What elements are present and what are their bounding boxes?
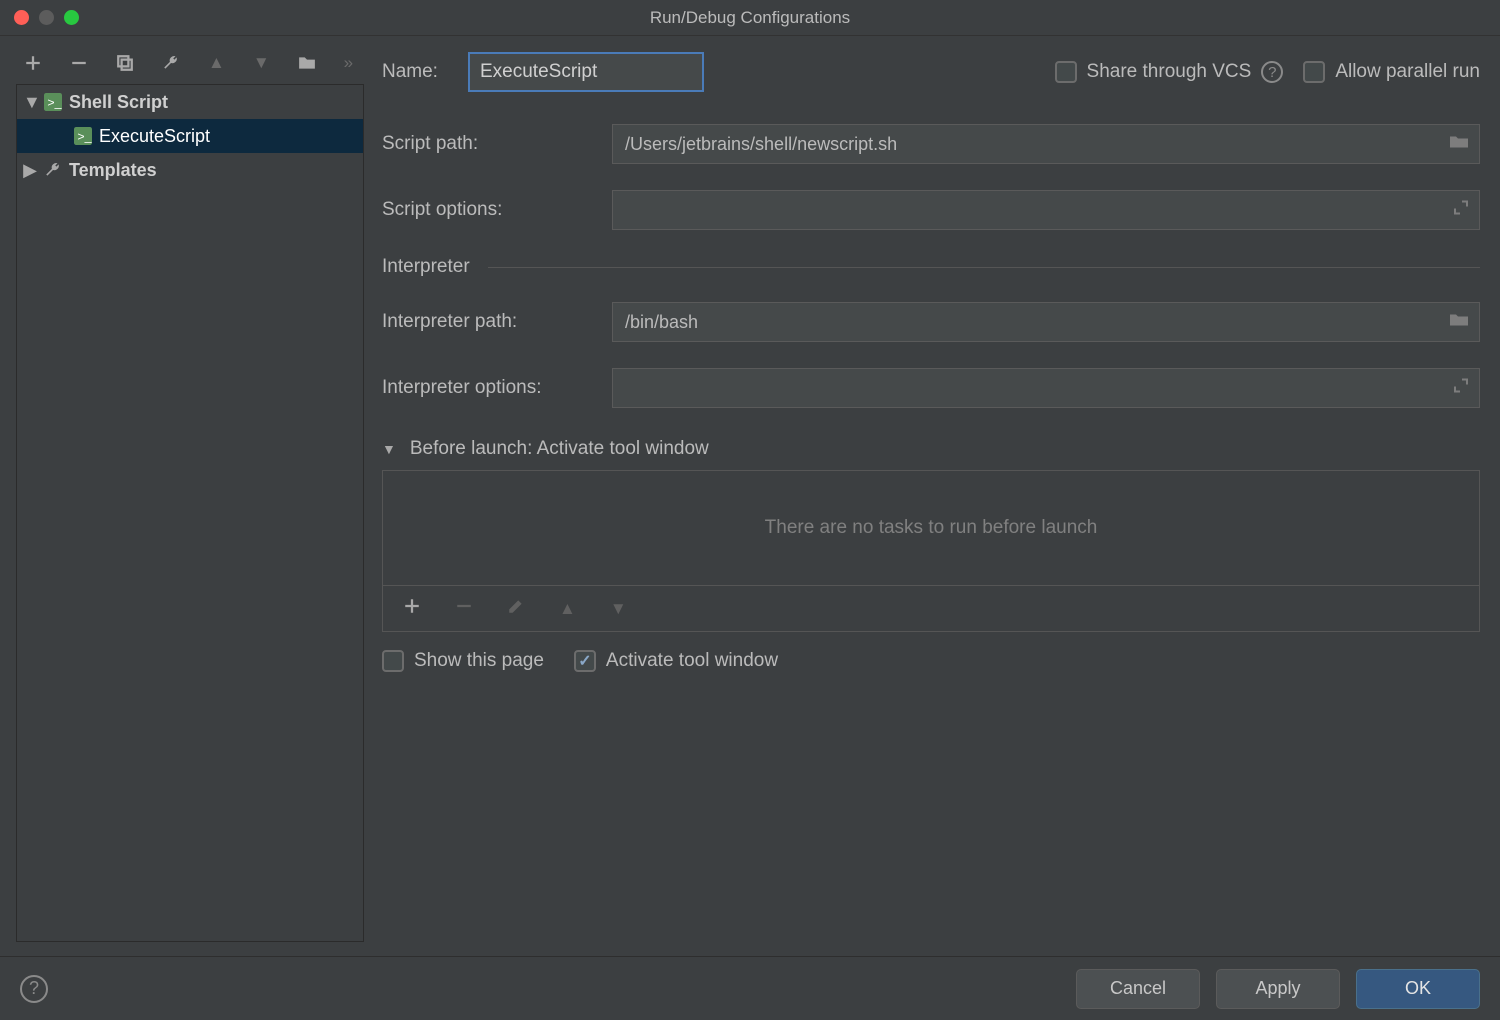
move-down-icon: ▼ bbox=[253, 53, 270, 73]
config-form: Name: Share through VCS ? Allow parallel… bbox=[382, 50, 1484, 942]
move-up-icon: ▲ bbox=[208, 53, 225, 73]
window-controls bbox=[0, 10, 79, 25]
interpreter-path-label: Interpreter path: bbox=[382, 311, 612, 333]
terminal-icon: >_ bbox=[73, 126, 93, 146]
activate-tool-window-checkbox[interactable] bbox=[574, 650, 596, 672]
before-launch-section: ▼ Before launch: Activate tool window Th… bbox=[382, 438, 1480, 672]
expand-icon[interactable] bbox=[1453, 378, 1469, 399]
browse-icon[interactable] bbox=[1449, 134, 1469, 155]
sidebar: ▲ ▼ » ▼ >_ Shell Script >_ ExecuteScript bbox=[16, 50, 364, 942]
move-up-icon: ▲ bbox=[559, 599, 576, 619]
interpreter-path-row: Interpreter path: /bin/bash bbox=[382, 302, 1480, 342]
script-path-label: Script path: bbox=[382, 133, 612, 155]
wrench-icon bbox=[43, 160, 63, 180]
show-this-page-checkbox[interactable] bbox=[382, 650, 404, 672]
content-area: ▲ ▼ » ▼ >_ Shell Script >_ ExecuteScript bbox=[0, 36, 1500, 956]
interpreter-options-field[interactable] bbox=[612, 368, 1480, 408]
interpreter-path-value: /bin/bash bbox=[625, 312, 698, 333]
close-window-icon[interactable] bbox=[14, 10, 29, 25]
script-options-field[interactable] bbox=[612, 190, 1480, 230]
config-tree[interactable]: ▼ >_ Shell Script >_ ExecuteScript ▶ Tem… bbox=[16, 84, 364, 942]
add-icon[interactable] bbox=[403, 597, 421, 620]
chevron-down-icon[interactable]: ▼ bbox=[382, 441, 396, 457]
svg-text:>_: >_ bbox=[47, 96, 62, 110]
script-path-field[interactable]: /Users/jetbrains/shell/newscript.sh bbox=[612, 124, 1480, 164]
apply-button[interactable]: Apply bbox=[1216, 969, 1340, 1009]
show-this-page-label: Show this page bbox=[414, 650, 544, 672]
interpreter-section-header: Interpreter bbox=[382, 256, 1480, 278]
share-vcs-checkbox[interactable] bbox=[1055, 61, 1077, 83]
script-path-row: Script path: /Users/jetbrains/shell/news… bbox=[382, 124, 1480, 164]
minimize-window-icon bbox=[39, 10, 54, 25]
edit-icon bbox=[507, 597, 525, 620]
maximize-window-icon[interactable] bbox=[64, 10, 79, 25]
share-vcs-group[interactable]: Share through VCS ? bbox=[1055, 61, 1284, 83]
cancel-button[interactable]: Cancel bbox=[1076, 969, 1200, 1009]
allow-parallel-checkbox[interactable] bbox=[1303, 61, 1325, 83]
name-input[interactable] bbox=[480, 61, 692, 83]
before-launch-title: Before launch: Activate tool window bbox=[410, 438, 709, 460]
before-launch-empty-text: There are no tasks to run before launch bbox=[765, 517, 1098, 539]
chevron-right-icon[interactable]: ▶ bbox=[23, 160, 37, 181]
tree-node-label: ExecuteScript bbox=[99, 126, 210, 147]
interpreter-options-row: Interpreter options: bbox=[382, 368, 1480, 408]
before-launch-header[interactable]: ▼ Before launch: Activate tool window bbox=[382, 438, 1480, 460]
help-button[interactable]: ? bbox=[20, 975, 48, 1003]
expand-icon[interactable] bbox=[1453, 200, 1469, 221]
share-vcs-label: Share through VCS bbox=[1087, 61, 1252, 83]
name-row: Name: Share through VCS ? Allow parallel… bbox=[382, 52, 1480, 92]
more-icon[interactable]: » bbox=[344, 53, 355, 73]
tree-node-templates[interactable]: ▶ Templates bbox=[17, 153, 363, 187]
name-input-wrap[interactable] bbox=[468, 52, 704, 92]
sidebar-toolbar: ▲ ▼ » bbox=[16, 50, 364, 84]
name-label: Name: bbox=[382, 61, 468, 83]
ok-button[interactable]: OK bbox=[1356, 969, 1480, 1009]
tree-node-label: Templates bbox=[69, 160, 157, 181]
remove-icon[interactable] bbox=[70, 54, 88, 72]
terminal-icon: >_ bbox=[43, 92, 63, 112]
before-launch-tasklist[interactable]: There are no tasks to run before launch bbox=[382, 470, 1480, 586]
tree-node-executescript[interactable]: >_ ExecuteScript bbox=[17, 119, 363, 153]
window-title: Run/Debug Configurations bbox=[0, 8, 1500, 28]
move-down-icon: ▼ bbox=[610, 599, 627, 619]
script-options-row: Script options: bbox=[382, 190, 1480, 230]
tree-node-shell-script[interactable]: ▼ >_ Shell Script bbox=[17, 85, 363, 119]
before-launch-checks: Show this page Activate tool window bbox=[382, 650, 1480, 672]
browse-icon[interactable] bbox=[1449, 312, 1469, 333]
wrench-icon[interactable] bbox=[162, 54, 180, 72]
activate-tool-window-group[interactable]: Activate tool window bbox=[574, 650, 778, 672]
remove-icon bbox=[455, 597, 473, 620]
copy-icon[interactable] bbox=[116, 54, 134, 72]
titlebar: Run/Debug Configurations bbox=[0, 0, 1500, 36]
allow-parallel-label: Allow parallel run bbox=[1335, 61, 1480, 83]
tree-node-label: Shell Script bbox=[69, 92, 168, 113]
help-icon[interactable]: ? bbox=[1261, 61, 1283, 83]
activate-tool-window-label: Activate tool window bbox=[606, 650, 778, 672]
folder-icon[interactable] bbox=[298, 54, 316, 72]
chevron-down-icon[interactable]: ▼ bbox=[23, 92, 37, 113]
before-launch-toolbar: ▲ ▼ bbox=[382, 586, 1480, 632]
add-icon[interactable] bbox=[24, 54, 42, 72]
interpreter-path-field[interactable]: /bin/bash bbox=[612, 302, 1480, 342]
dialog-footer: ? Cancel Apply OK bbox=[0, 956, 1500, 1020]
script-path-value: /Users/jetbrains/shell/newscript.sh bbox=[625, 134, 897, 155]
show-this-page-group[interactable]: Show this page bbox=[382, 650, 544, 672]
interpreter-options-label: Interpreter options: bbox=[382, 377, 612, 399]
script-options-label: Script options: bbox=[382, 199, 612, 221]
svg-text:>_: >_ bbox=[77, 130, 92, 144]
divider bbox=[488, 267, 1480, 268]
allow-parallel-group[interactable]: Allow parallel run bbox=[1303, 61, 1480, 83]
interpreter-section-label: Interpreter bbox=[382, 256, 470, 278]
